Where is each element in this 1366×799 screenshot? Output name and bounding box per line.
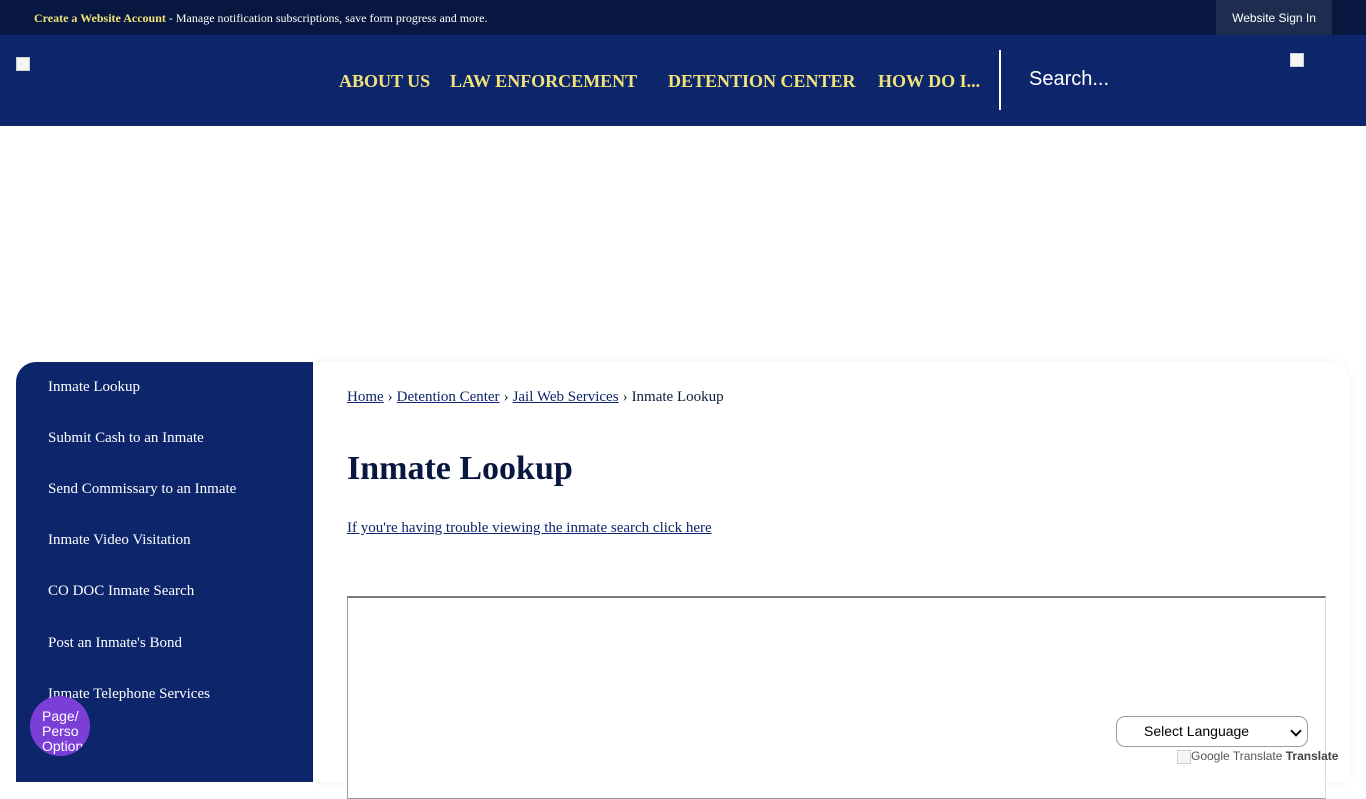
search-input[interactable]: Search... xyxy=(1029,68,1109,91)
sidebar-item-send-commissary[interactable]: Send Commissary to an Inmate xyxy=(48,481,236,498)
breadcrumb-separator: › xyxy=(503,389,509,405)
site-logo-image[interactable] xyxy=(16,57,30,71)
sidebar-item-inmate-lookup[interactable]: Inmate Lookup xyxy=(48,379,140,396)
sidebar-item-video-visitation[interactable]: Inmate Video Visitation xyxy=(48,532,191,549)
site-header: ABOUT US LAW ENFORCEMENT DETENTION CENTE… xyxy=(0,35,1366,126)
google-translate-alt: Google Translate xyxy=(1191,749,1283,763)
website-sign-in-button[interactable]: Website Sign In xyxy=(1216,0,1332,35)
search-button-icon[interactable] xyxy=(1290,53,1304,67)
page-title: Inmate Lookup xyxy=(347,450,573,487)
translate-link[interactable]: Translate xyxy=(1286,749,1339,763)
breadcrumb-home[interactable]: Home xyxy=(347,389,384,405)
page-options-label: Page/ Perso Option xyxy=(42,708,84,754)
nav-law-enforcement[interactable]: LAW ENFORCEMENT xyxy=(450,71,637,92)
nav-about-us[interactable]: ABOUT US xyxy=(339,71,430,92)
language-select-value: Select Language xyxy=(1144,723,1250,739)
language-select[interactable]: Select Language xyxy=(1116,716,1308,747)
breadcrumb-jail-web-services[interactable]: Jail Web Services xyxy=(513,389,619,405)
breadcrumb-separator: › xyxy=(387,389,393,405)
breadcrumb: Home › Detention Center › Jail Web Services ›… xyxy=(347,389,724,406)
sidebar-item-submit-cash[interactable]: Submit Cash to an Inmate xyxy=(48,430,204,447)
inmate-search-trouble-link[interactable]: If you're having trouble viewing the inm… xyxy=(347,520,712,537)
page-options-button[interactable]: Page/ Perso Option xyxy=(30,696,90,756)
google-translate-attribution: Google Translate Translate xyxy=(1177,749,1338,764)
nav-detention-center[interactable]: DETENTION CENTER xyxy=(668,71,856,92)
google-translate-logo-icon xyxy=(1177,749,1191,764)
breadcrumb-detention-center[interactable]: Detention Center xyxy=(397,389,500,405)
chevron-down-icon xyxy=(1290,725,1302,737)
account-message-text: - Manage notification subscriptions, sav… xyxy=(165,11,488,25)
breadcrumb-separator: › xyxy=(622,389,628,405)
sidebar-item-post-bond[interactable]: Post an Inmate's Bond xyxy=(48,635,182,652)
nav-divider xyxy=(999,50,1001,110)
create-account-link[interactable]: Create a Website Account xyxy=(34,11,166,25)
nav-how-do-i[interactable]: HOW DO I... xyxy=(878,71,980,92)
breadcrumb-current: Inmate Lookup xyxy=(631,389,724,405)
account-message: Create a Website Account - Manage notifi… xyxy=(34,11,487,26)
inmate-search-iframe[interactable] xyxy=(347,596,1326,799)
sidebar-item-co-doc-search[interactable]: CO DOC Inmate Search xyxy=(48,583,194,600)
top-notification-bar: Create a Website Account - Manage notifi… xyxy=(0,0,1366,35)
